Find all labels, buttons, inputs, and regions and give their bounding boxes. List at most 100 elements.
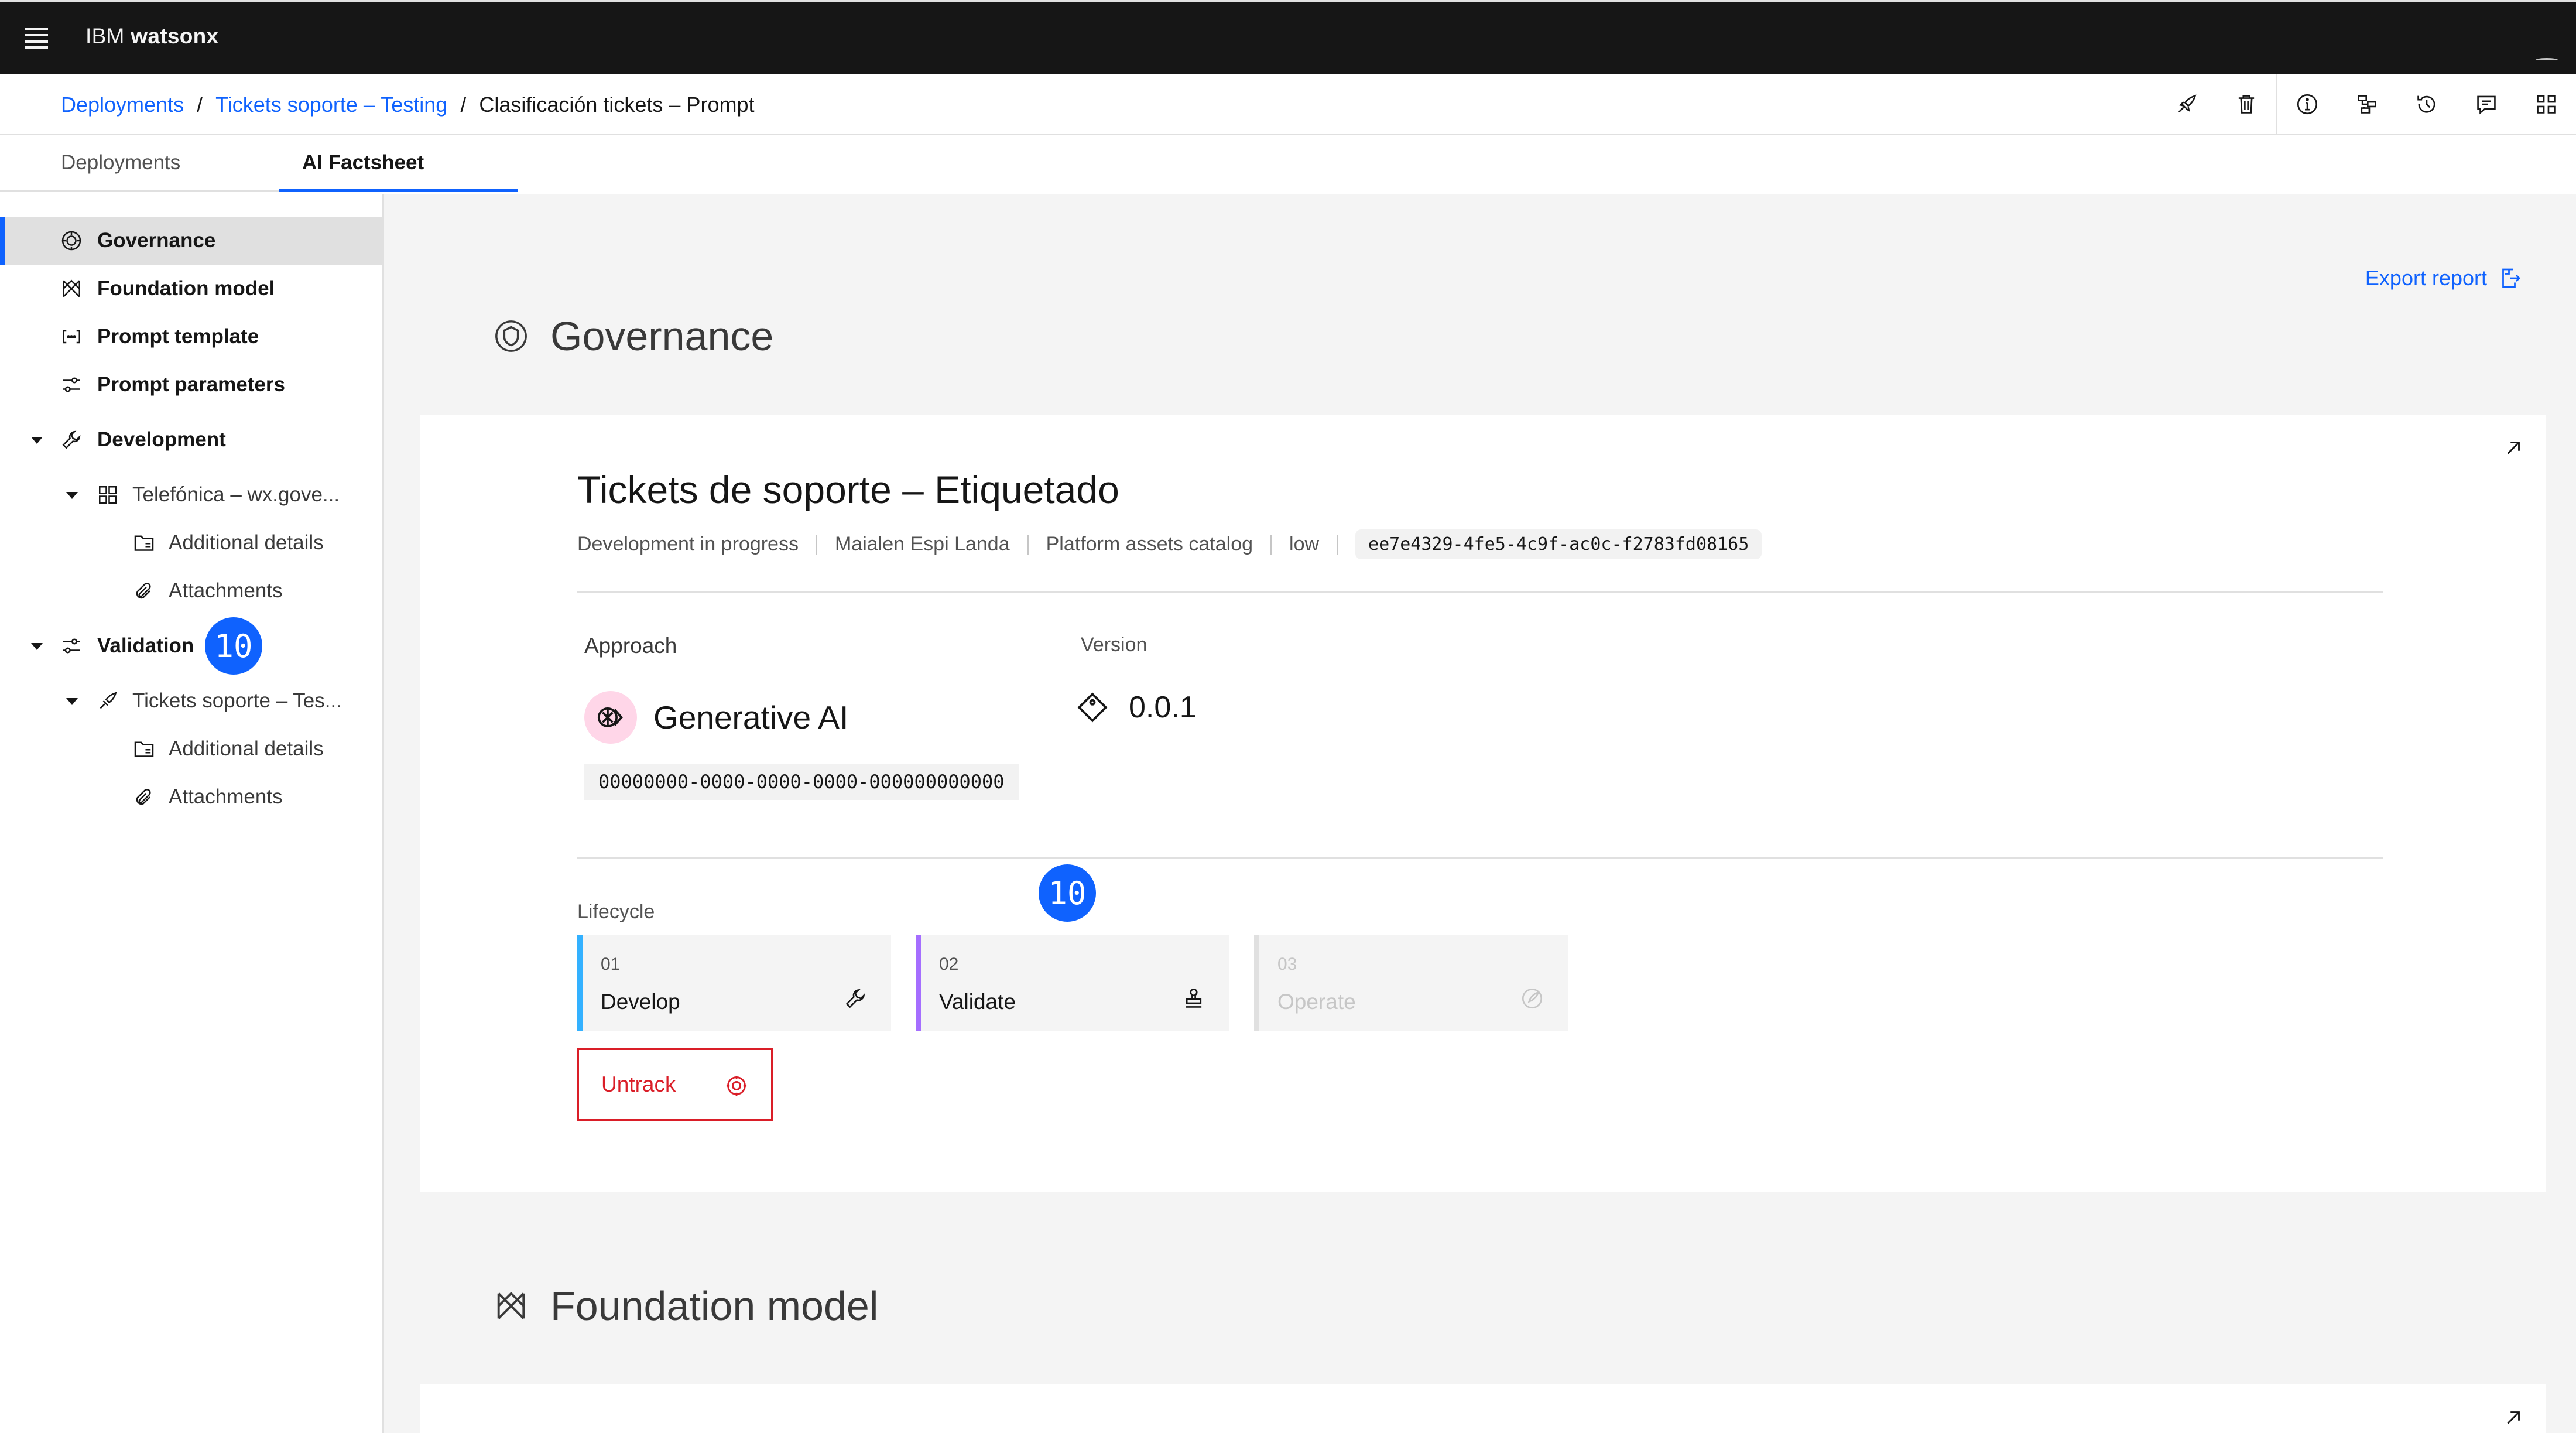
export-report-link[interactable]: Export report (2365, 266, 2522, 290)
step-name: Operate (1277, 990, 1356, 1014)
sidebar-item-val-additional-details[interactable]: Additional details (0, 725, 382, 773)
sidebar-item-label: Governance (97, 229, 216, 252)
sidebar-item-label: Additional details (169, 737, 324, 760)
lifecycle-step-operate[interactable]: 03 Operate (1254, 935, 1568, 1031)
info-button[interactable] (2277, 74, 2337, 135)
hamburger-menu-icon[interactable] (25, 28, 48, 49)
untrack-label: Untrack (601, 1072, 676, 1096)
sidebar-item-prompt-template[interactable]: Prompt template (0, 313, 382, 361)
owner-text: Maialen Espi Landa (834, 533, 1010, 555)
info-icon (2297, 94, 2318, 115)
sidebar-item-dev-additional-details[interactable]: Additional details (0, 519, 382, 567)
sidebar-item-dev-attachments[interactable]: Attachments (0, 567, 382, 615)
apps-icon (2537, 95, 2556, 114)
breadcrumb-separator: / (460, 93, 467, 117)
expand-arrow-icon[interactable] (2502, 1407, 2524, 1429)
approach-label: Approach (584, 634, 677, 658)
sidebar-item-foundation-model[interactable]: Foundation model (0, 265, 382, 313)
chevron-down-icon[interactable] (31, 643, 43, 650)
sidebar-item-label: Attachments (169, 785, 283, 808)
sidebar-item-val-asset[interactable]: Tickets soporte – Tes... (0, 677, 382, 725)
brand-name: watsonx (131, 24, 219, 48)
step-indicator (916, 935, 921, 1031)
history-button[interactable] (2397, 74, 2457, 135)
breadcrumb-space[interactable]: Tickets soporte – Testing (215, 93, 447, 117)
breadcrumb: Deployments / Tickets soporte – Testing … (61, 93, 755, 117)
chevron-down-icon[interactable] (66, 698, 78, 705)
catalog-icon (99, 486, 117, 504)
sidebar-item-validation[interactable]: Validation (0, 622, 382, 670)
sidebar-item-label: Additional details (169, 531, 324, 554)
count-badge: 10 (205, 617, 262, 675)
tab-deployments[interactable]: Deployments (61, 136, 180, 194)
sidebar-item-development[interactable]: Development (0, 416, 382, 464)
breadcrumb-current: Clasificación tickets – Prompt (479, 93, 755, 117)
export-icon (2502, 268, 2520, 288)
comment-icon (2477, 95, 2496, 115)
lineage-button[interactable] (2337, 74, 2397, 135)
meta-separator (1270, 534, 1272, 555)
sidebar-item-label: Prompt parameters (97, 373, 285, 396)
apps-button[interactable] (2516, 74, 2576, 135)
breadcrumb-separator: / (197, 93, 203, 117)
section-title: Foundation model (550, 1283, 879, 1329)
deploy-icon (2178, 94, 2197, 113)
header-edge-mark (2535, 58, 2558, 63)
folder-details-icon (134, 535, 154, 551)
section-title: Governance (550, 313, 774, 359)
tab-ai-factsheet[interactable]: AI Factsheet (302, 136, 424, 194)
untrack-button[interactable]: Untrack (577, 1048, 773, 1121)
meta-separator (1337, 534, 1338, 555)
wrench-icon (62, 430, 81, 449)
asset-toolbar (2157, 74, 2576, 135)
delete-button[interactable] (2217, 74, 2276, 135)
generative-ai-icon (584, 691, 637, 744)
sidebar-item-prompt-parameters[interactable]: Prompt parameters (0, 361, 382, 409)
version-icon (1077, 692, 1108, 723)
comments-button[interactable] (2457, 74, 2516, 135)
sidebar-item-val-attachments[interactable]: Attachments (0, 773, 382, 821)
chevron-down-icon[interactable] (31, 437, 43, 444)
stamp-icon (1186, 988, 1202, 1008)
chevron-down-icon[interactable] (66, 492, 78, 499)
sliders-icon (63, 377, 80, 392)
version-value: 0.0.1 (1076, 690, 1197, 725)
top-header: IBM watsonx (0, 0, 2576, 74)
rocket-icon (1522, 988, 1543, 1009)
use-case-meta: Development in progress Maialen Espi Lan… (577, 529, 1762, 559)
expand-arrow-icon[interactable] (2502, 437, 2524, 459)
history-icon (2417, 95, 2435, 113)
export-report-label: Export report (2365, 266, 2487, 290)
lifecycle-step-develop[interactable]: 01 Develop (577, 935, 891, 1031)
step-name: Validate (939, 990, 1016, 1014)
product-name[interactable]: IBM watsonx (85, 24, 218, 49)
sidebar-item-governance[interactable]: Governance (0, 217, 382, 265)
deploy-button[interactable] (2157, 74, 2217, 135)
approach-name: Generative AI (653, 699, 849, 736)
sidebar-item-dev-asset[interactable]: Telefónica – wx.gove... (0, 471, 382, 519)
version-label: Version (1081, 634, 1147, 656)
sidebar-item-label: Development (97, 428, 226, 451)
deploy-icon (100, 692, 117, 709)
lifecycle-step-validate[interactable]: 02 Validate (916, 935, 1229, 1031)
step-indicator (1254, 935, 1259, 1031)
use-case-title: Tickets de soporte – Etiquetado (577, 468, 1119, 511)
wrench-icon (845, 989, 865, 1008)
meta-separator (816, 534, 817, 555)
governance-icon (495, 320, 527, 352)
model-icon (497, 1291, 525, 1319)
meta-separator (1027, 534, 1029, 555)
brand-prefix: IBM (85, 24, 131, 48)
governance-heading: Governance (493, 313, 773, 360)
factsheet-content: Export report Governance Tickets de sopo… (384, 194, 2576, 1433)
catalog-text: Platform assets catalog (1046, 533, 1253, 555)
approach-value: Generative AI (584, 691, 848, 744)
model-icon (63, 279, 80, 297)
breadcrumb-deployments[interactable]: Deployments (61, 93, 184, 117)
attachment-icon (136, 582, 151, 599)
untrack-icon (726, 1075, 747, 1096)
factsheet-sidebar: Governance Foundation model Prompt templ… (0, 194, 384, 1433)
prompt-template-icon (63, 330, 80, 344)
page: IBM watsonx Deployments / Tickets soport… (0, 0, 2576, 1433)
risk-text: low (1289, 533, 1320, 555)
